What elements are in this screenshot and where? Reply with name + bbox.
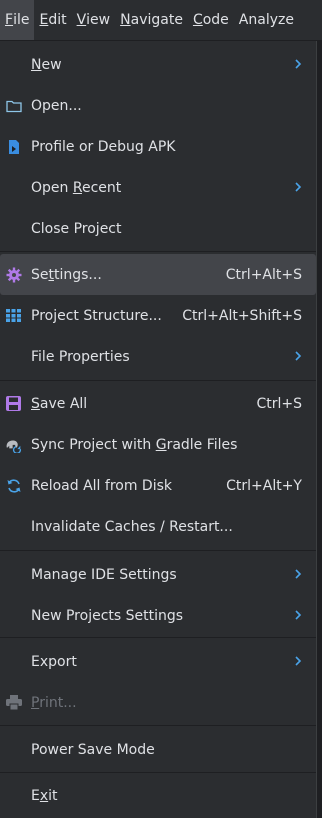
menu-item-label: Open... [31, 97, 82, 114]
chevron-right-icon [295, 351, 302, 361]
menu-item-file-properties[interactable]: File Properties [0, 336, 316, 377]
gear-icon [5, 266, 22, 283]
shortcut-label: Ctrl+Alt+Shift+S [182, 307, 302, 324]
menu-item-reload-all[interactable]: Reload All from Disk Ctrl+Alt+Y [0, 465, 316, 506]
menu-item-sync-gradle[interactable]: Sync Project with Gradle Files [0, 424, 316, 465]
menu-item-manage-ide-settings[interactable]: Manage IDE Settings [0, 554, 316, 595]
menu-item-label: Invalidate Caches / Restart... [31, 518, 233, 535]
menu-analyze[interactable]: Analyze [234, 0, 299, 40]
chevron-right-icon [295, 182, 302, 192]
reload-icon [5, 477, 22, 494]
menu-bar: File Edit View Navigate Code Analyze [0, 0, 322, 40]
menu-item-label: Print... [31, 694, 77, 711]
menu-item-new[interactable]: New [0, 44, 316, 85]
menu-item-label: Close Project [31, 220, 122, 237]
menu-item-open-recent[interactable]: Open Recent [0, 167, 316, 208]
menu-item-invalidate-caches[interactable]: Invalidate Caches / Restart... [0, 506, 316, 547]
menu-item-save-all[interactable]: Save All Ctrl+S [0, 383, 316, 424]
chevron-right-icon [295, 610, 302, 620]
floppy-disk-icon [5, 395, 22, 412]
menu-edit[interactable]: Edit [34, 0, 71, 40]
menu-item-label: Exit [31, 787, 58, 804]
menu-item-label: Reload All from Disk [31, 477, 172, 494]
elephant-sync-icon [5, 436, 22, 453]
menu-separator [0, 550, 316, 551]
chevron-right-icon [295, 59, 302, 69]
menu-item-project-structure[interactable]: Project Structure... Ctrl+Alt+Shift+S [0, 295, 316, 336]
menu-separator [0, 637, 316, 638]
printer-icon [5, 694, 22, 711]
menu-label: ode [202, 12, 229, 28]
menu-label: ile [13, 12, 30, 28]
shortcut-label: Ctrl+Alt+Y [226, 477, 302, 494]
menu-mnemonic: F [5, 12, 14, 28]
menu-separator [0, 251, 316, 252]
menu-item-label: Profile or Debug APK [31, 138, 176, 155]
menu-item-label: Project Structure... [31, 307, 162, 324]
shortcut-label: Ctrl+S [256, 395, 302, 412]
menu-label: avigate [130, 12, 183, 28]
chevron-right-icon [295, 569, 302, 579]
menu-code[interactable]: Code [188, 0, 234, 40]
menu-item-close-project[interactable]: Close Project [0, 208, 316, 249]
menu-separator [0, 725, 316, 726]
menu-label: dit [48, 12, 67, 28]
menu-mnemonic: V [76, 12, 87, 28]
menu-mnemonic: N [120, 12, 131, 28]
menu-item-label: Power Save Mode [31, 741, 155, 758]
menu-item-power-save-mode[interactable]: Power Save Mode [0, 729, 316, 770]
menu-item-print: Print... [0, 682, 316, 723]
shortcut-label: Ctrl+Alt+S [225, 266, 302, 283]
menu-item-label: Open Recent [31, 179, 122, 196]
menu-label: Analyze [238, 12, 294, 28]
menu-item-label: Settings... [31, 266, 102, 283]
menu-item-new-projects-settings[interactable]: New Projects Settings [0, 595, 316, 636]
menu-separator [0, 772, 316, 773]
menu-file[interactable]: File [0, 0, 35, 40]
menu-item-open[interactable]: Open... [0, 85, 316, 126]
menu-navigate[interactable]: Navigate [115, 0, 188, 40]
menu-item-label: New [31, 56, 62, 73]
apk-file-icon [5, 138, 22, 155]
menu-mnemonic: E [39, 12, 49, 28]
menu-item-label: Sync Project with Gradle Files [31, 436, 238, 453]
menu-item-label: Export [31, 653, 77, 670]
menu-item-exit[interactable]: Exit [0, 775, 316, 816]
menu-mnemonic: C [192, 12, 203, 28]
grid-icon [5, 307, 22, 324]
menu-item-label: Manage IDE Settings [31, 566, 177, 583]
folder-icon [5, 97, 22, 114]
menu-item-settings[interactable]: Settings... Ctrl+Alt+S [0, 254, 316, 295]
menu-item-label: Save All [31, 395, 88, 412]
chevron-right-icon [295, 656, 302, 666]
menu-item-export[interactable]: Export [0, 641, 316, 682]
file-menu-dropdown: New Open... Profile or Debug APK Open Re… [0, 41, 317, 818]
menu-item-profile-debug-apk[interactable]: Profile or Debug APK [0, 126, 316, 167]
menu-item-label: File Properties [31, 348, 130, 365]
menu-separator [0, 380, 316, 381]
menu-label: iew [86, 12, 111, 28]
menu-view[interactable]: View [72, 0, 116, 40]
menu-item-label: New Projects Settings [31, 607, 184, 624]
